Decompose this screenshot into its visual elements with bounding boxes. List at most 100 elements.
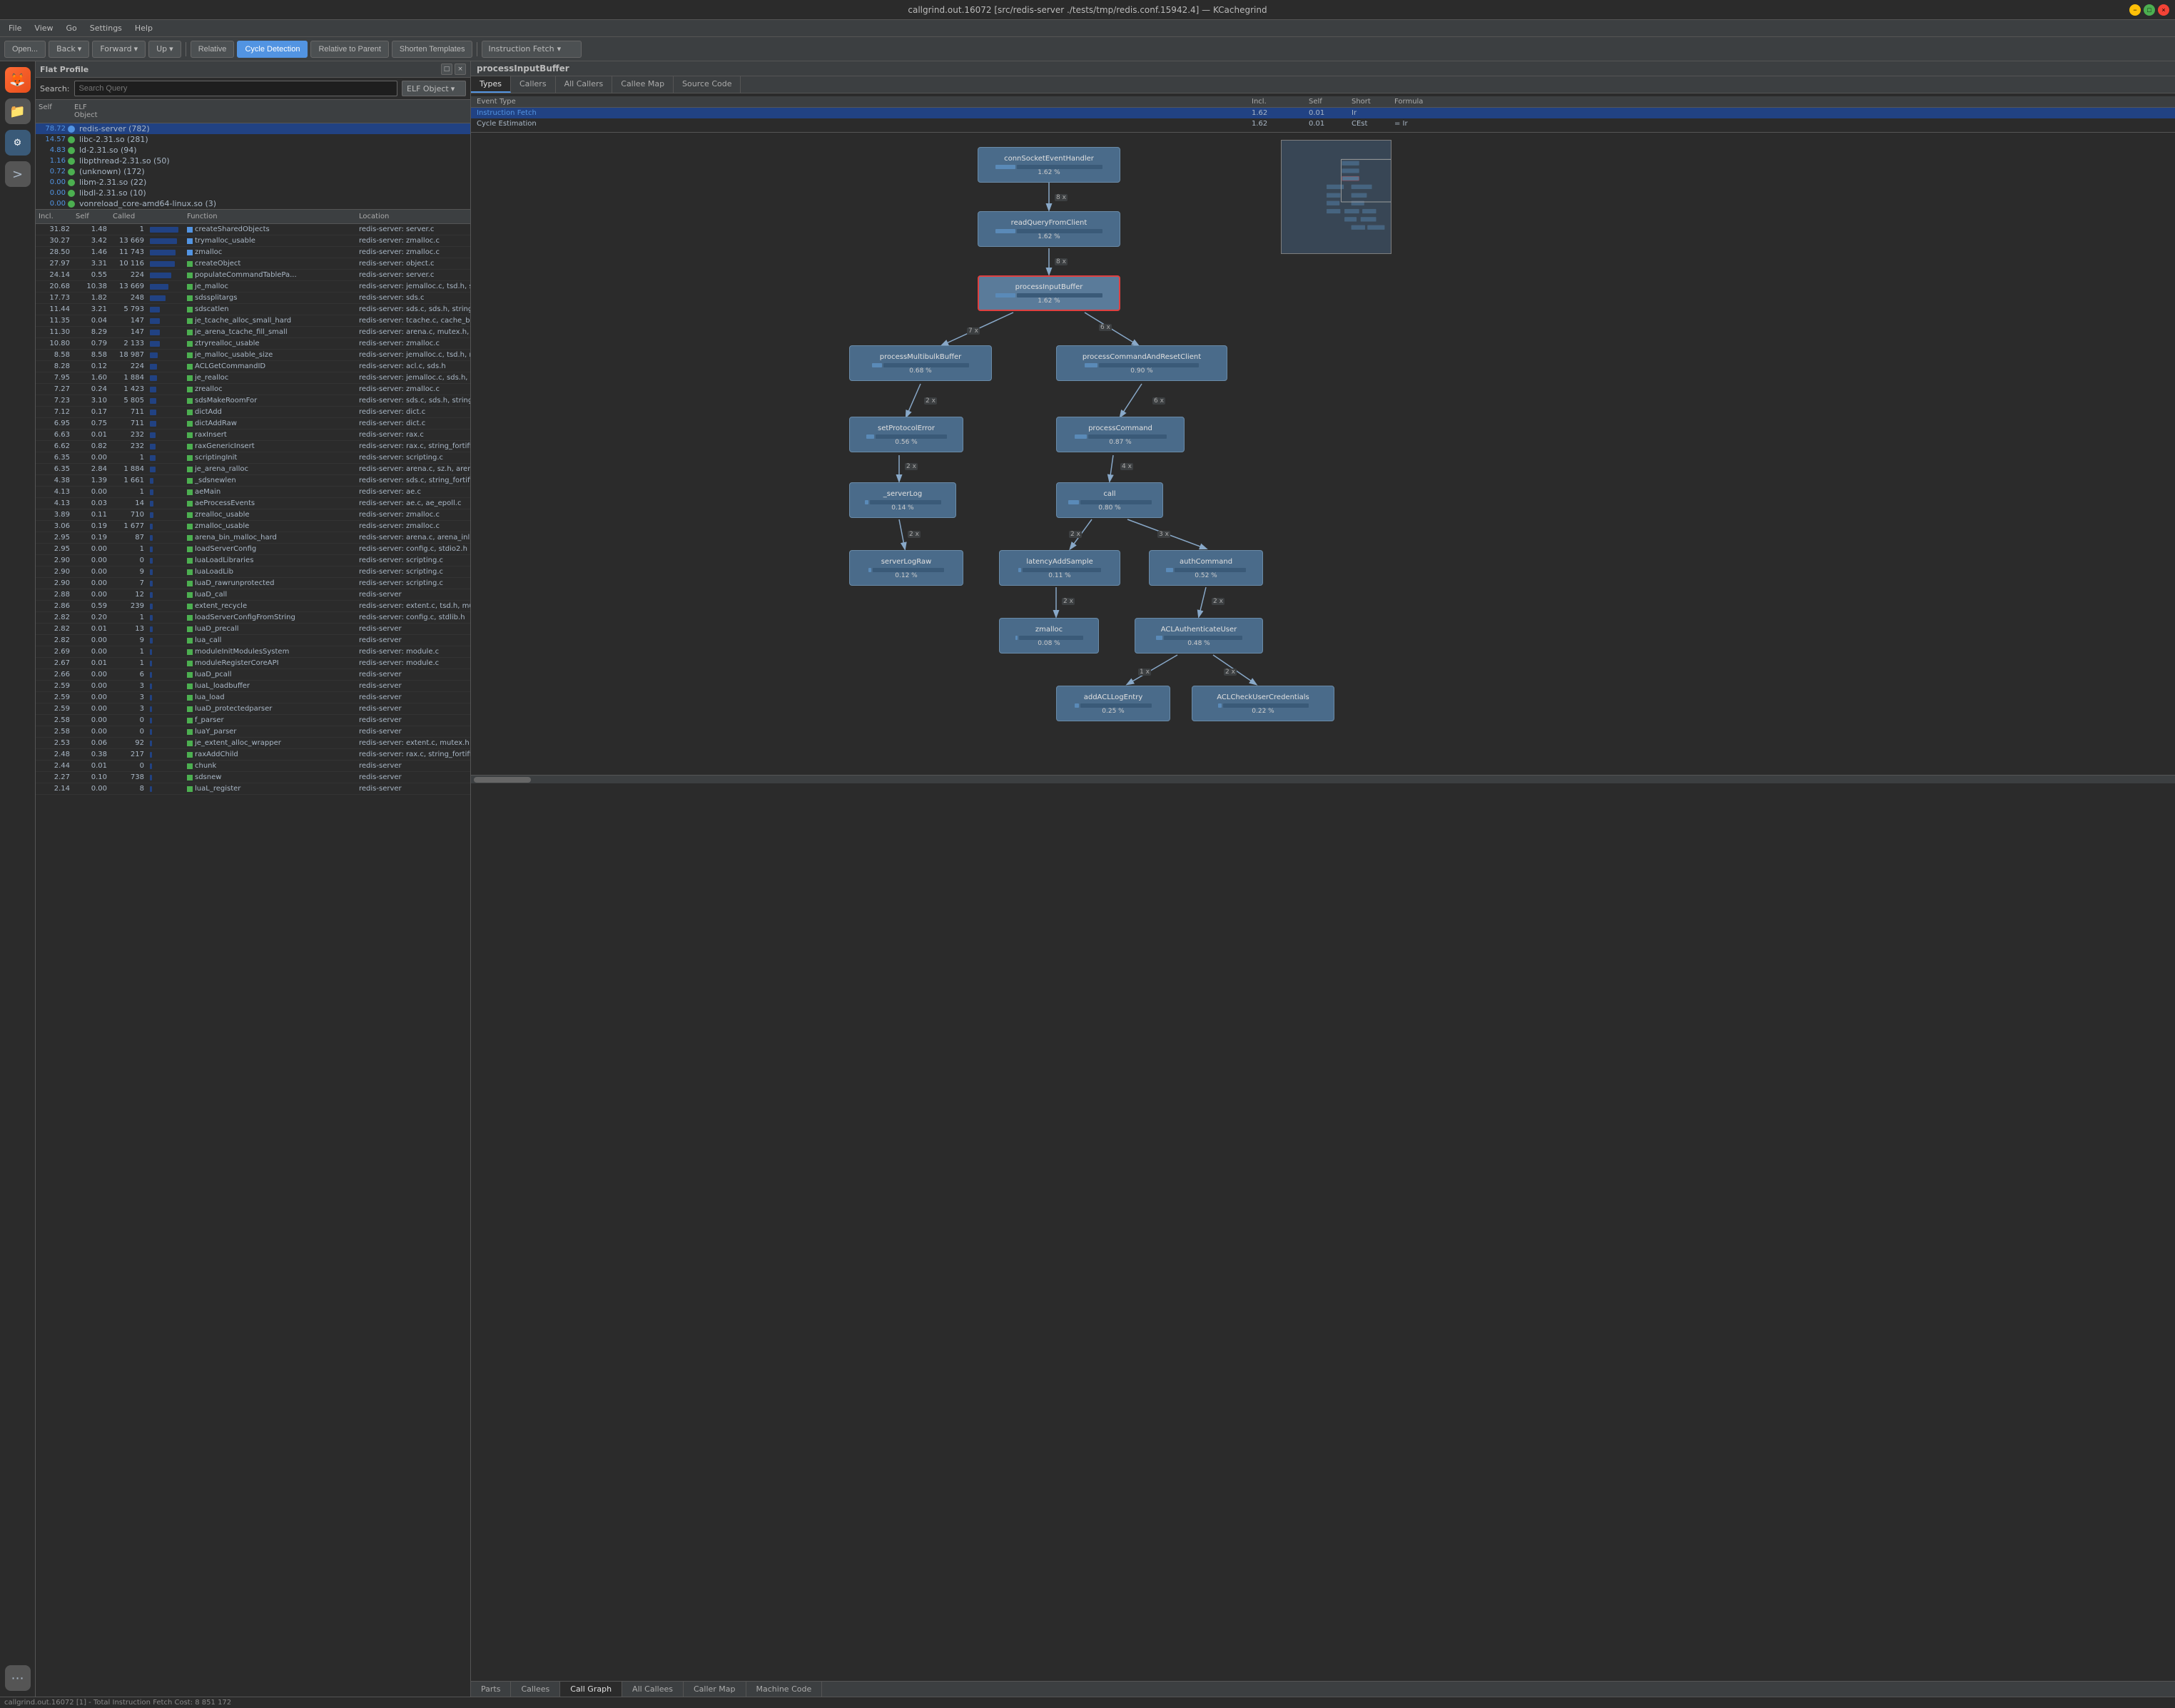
node-processCommandAndResetClient[interactable]: processCommandAndResetClient 0.90 % [1056,345,1227,381]
node-ACLAuthenticateUser[interactable]: ACLAuthenticateUser 0.48 % [1135,618,1263,654]
func-row[interactable]: 2.82 0.01 13 luaD_precall redis-server [36,624,470,635]
minimize-button[interactable]: − [2129,4,2141,16]
elf-item-libdl[interactable]: 0.00 libdl-2.31.so (10) [36,188,470,198]
node-connSocketEventHandler[interactable]: connSocketEventHandler 1.62 % [978,147,1120,183]
func-row[interactable]: 2.58 0.00 0 luaY_parser redis-server [36,726,470,738]
func-row[interactable]: 2.67 0.01 1 moduleRegisterCoreAPI redis-… [36,658,470,669]
instruction-fetch-dropdown[interactable]: Instruction Fetch ▾ [482,41,582,58]
elf-item-libc[interactable]: 14.57 libc-2.31.so (281) [36,134,470,145]
func-row[interactable]: 11.30 8.29 147 je_arena_tcache_fill_smal… [36,327,470,338]
bottom-tab-parts[interactable]: Parts [471,1682,511,1697]
func-row[interactable]: 7.12 0.17 711 dictAdd redis-server: dict… [36,407,470,418]
node-authCommand[interactable]: authCommand 0.52 % [1149,550,1263,586]
func-row[interactable]: 2.90 0.00 7 luaD_rawrunprotected redis-s… [36,578,470,589]
event-row-cest[interactable]: Cycle Estimation 1.62 0.01 CEst = Ir [471,118,2175,129]
func-row[interactable]: 24.14 0.55 224 populateCommandTablePa...… [36,270,470,281]
func-row[interactable]: 2.95 0.00 1 loadServerConfig redis-serve… [36,544,470,555]
node-latencyAddSample[interactable]: latencyAddSample 0.11 % [999,550,1120,586]
panel-close-button[interactable]: × [455,63,466,75]
menu-view[interactable]: View [29,22,59,34]
relative-button[interactable]: Relative [191,41,235,58]
open-button[interactable]: Open... [4,41,46,58]
dock-icon-firefox[interactable]: 🦊 [5,67,31,93]
func-row[interactable]: 2.95 0.19 87 arena_bin_malloc_hard redis… [36,532,470,544]
tab-types[interactable]: Types [471,76,511,93]
cycle-detection-button[interactable]: Cycle Detection [237,41,308,58]
horizontal-scrollbar[interactable] [471,775,2175,783]
func-row[interactable]: 30.27 3.42 13 669 trymalloc_usable redis… [36,235,470,247]
menu-help[interactable]: Help [129,22,158,34]
func-row[interactable]: 2.90 0.00 0 luaLoadLibraries redis-serve… [36,555,470,566]
func-row[interactable]: 4.13 0.00 1 aeMain redis-server: ae.c [36,487,470,498]
func-row[interactable]: 6.35 0.00 1 scriptingInit redis-server: … [36,452,470,464]
func-row[interactable]: 6.63 0.01 232 raxInsert redis-server: ra… [36,429,470,441]
func-row[interactable]: 4.13 0.03 14 aeProcessEvents redis-serve… [36,498,470,509]
func-row[interactable]: 8.58 8.58 18 987 je_malloc_usable_size r… [36,350,470,361]
dock-icon-apps[interactable]: ⋯ [5,1665,31,1691]
func-row[interactable]: 2.44 0.01 0 chunk redis-server [36,761,470,772]
close-button[interactable]: × [2158,4,2169,16]
menu-go[interactable]: Go [61,22,83,34]
func-row[interactable]: 2.66 0.00 6 luaD_pcall redis-server [36,669,470,681]
func-row[interactable]: 2.53 0.06 92 je_extent_alloc_wrapper red… [36,738,470,749]
func-row[interactable]: 2.59 0.00 3 luaL_loadbuffer redis-server [36,681,470,692]
shorten-templates-button[interactable]: Shorten Templates [392,41,473,58]
node-serverLogRaw[interactable]: serverLogRaw 0.12 % [849,550,963,586]
node-processInputBuffer[interactable]: processInputBuffer 1.62 % [978,275,1120,311]
func-row[interactable]: 10.80 0.79 2 133 ztryrealloc_usable redi… [36,338,470,350]
tab-callee-map[interactable]: Callee Map [612,76,674,93]
forward-button[interactable]: Forward ▾ [92,41,146,58]
node-ACLCheckUserCredentials[interactable]: ACLCheckUserCredentials 0.22 % [1192,686,1334,721]
func-row[interactable]: 7.23 3.10 5 805 sdsMakeRoomFor redis-ser… [36,395,470,407]
func-row[interactable]: 2.14 0.00 8 luaL_register redis-server [36,783,470,795]
node-call[interactable]: call 0.80 % [1056,482,1163,518]
dock-icon-terminal[interactable]: > [5,161,31,187]
bottom-tab-callermap[interactable]: Caller Map [684,1682,746,1697]
func-row[interactable]: 7.95 1.60 1 884 je_realloc redis-server:… [36,372,470,384]
search-input[interactable] [74,81,398,96]
menu-settings[interactable]: Settings [84,22,128,34]
tab-all-callers[interactable]: All Callers [556,76,613,93]
func-row[interactable]: 2.58 0.00 0 f_parser redis-server [36,715,470,726]
func-row[interactable]: 3.06 0.19 1 677 zmalloc_usable redis-ser… [36,521,470,532]
panel-float-button[interactable]: □ [441,63,452,75]
dock-icon-files[interactable]: 📁 [5,98,31,124]
func-row[interactable]: 6.62 0.82 232 raxGenericInsert redis-ser… [36,441,470,452]
func-row[interactable]: 6.35 2.84 1 884 je_arena_ralloc redis-se… [36,464,470,475]
func-row[interactable]: 3.89 0.11 710 zrealloc_usable redis-serv… [36,509,470,521]
scroll-thumb-x[interactable] [474,777,531,783]
bottom-tab-machinecode[interactable]: Machine Code [746,1682,823,1697]
node-readQueryFromClient[interactable]: readQueryFromClient 1.62 % [978,211,1120,247]
menu-file[interactable]: File [3,22,27,34]
func-row[interactable]: 2.82 0.20 1 loadServerConfigFromString r… [36,612,470,624]
func-row[interactable]: 27.97 3.31 10 116 createObject redis-ser… [36,258,470,270]
event-row-ir[interactable]: Instruction Fetch 1.62 0.01 Ir [471,108,2175,118]
elf-item-vonreload[interactable]: 0.00 vonreload_core-amd64-linux.so (3) [36,198,470,209]
func-row[interactable]: 17.73 1.82 248 sdssplitargs redis-server… [36,293,470,304]
node-addACLLogEntry[interactable]: addACLLogEntry 0.25 % [1056,686,1170,721]
bottom-tab-allcallees[interactable]: All Callees [622,1682,684,1697]
tab-source-code[interactable]: Source Code [674,76,741,93]
func-row[interactable]: 2.86 0.59 239 extent_recycle redis-serve… [36,601,470,612]
up-button[interactable]: Up ▾ [148,41,181,58]
bottom-tab-callgraph[interactable]: Call Graph [560,1682,622,1697]
func-row[interactable]: 31.82 1.48 1 createSharedObjects redis-s… [36,224,470,235]
node-processCommand[interactable]: processCommand 0.87 % [1056,417,1185,452]
bottom-tab-callees[interactable]: Callees [511,1682,560,1697]
func-row[interactable]: 2.82 0.00 9 lua_call redis-server [36,635,470,646]
func-row[interactable]: 2.59 0.00 3 lua_load redis-server [36,692,470,703]
func-row[interactable]: 11.35 0.04 147 je_tcache_alloc_small_har… [36,315,470,327]
func-row[interactable]: 6.95 0.75 711 dictAddRaw redis-server: d… [36,418,470,429]
node-setProtocolError[interactable]: setProtocolError 0.56 % [849,417,963,452]
func-row[interactable]: 2.27 0.10 738 sdsnew redis-server [36,772,470,783]
node-processMultibulkBuffer[interactable]: processMultibulkBuffer 0.68 % [849,345,992,381]
func-row[interactable]: 11.44 3.21 5 793 sdscatlen redis-server:… [36,304,470,315]
func-row[interactable]: 2.88 0.00 12 luaD_call redis-server [36,589,470,601]
node-zmalloc[interactable]: zmalloc 0.08 % [999,618,1099,654]
relative-to-parent-button[interactable]: Relative to Parent [310,41,388,58]
node-serverLog[interactable]: _serverLog 0.14 % [849,482,956,518]
elf-item-libm[interactable]: 0.00 libm-2.31.so (22) [36,177,470,188]
func-row[interactable]: 2.59 0.00 3 luaD_protectedparser redis-s… [36,703,470,715]
func-row[interactable]: 4.38 1.39 1 661 _sdsnewlen redis-server:… [36,475,470,487]
func-row[interactable]: 2.48 0.38 217 raxAddChild redis-server: … [36,749,470,761]
